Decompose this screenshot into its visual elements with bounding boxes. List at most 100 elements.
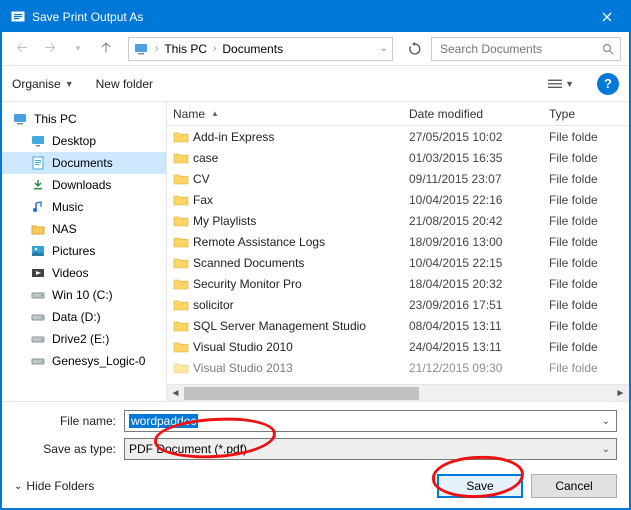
chevron-down-icon[interactable]: ⌄ [600, 444, 612, 455]
tree-item[interactable]: NAS [2, 218, 166, 240]
table-row[interactable]: Security Monitor Pro18/04/2015 20:32File… [167, 273, 629, 294]
cancel-button[interactable]: Cancel [531, 474, 617, 498]
file-type: File folde [549, 235, 629, 249]
drive-icon [30, 353, 46, 369]
tree-item[interactable]: Genesys_Logic-0 [2, 350, 166, 372]
forward-button[interactable]: 🡢 [38, 37, 62, 61]
table-row[interactable]: solicitor23/09/2016 17:51File folde [167, 294, 629, 315]
filename-field[interactable]: wordpaddoc ⌄ [124, 410, 617, 432]
folder-icon [171, 151, 191, 165]
up-button[interactable]: 🡡 [94, 37, 118, 61]
table-row[interactable]: My Playlists21/08/2015 20:42File folde [167, 210, 629, 231]
file-date: 18/09/2016 13:00 [409, 235, 549, 249]
folder-icon [171, 340, 191, 354]
tree-label: Videos [52, 266, 88, 280]
file-date: 27/05/2015 10:02 [409, 130, 549, 144]
column-header[interactable]: Name ▲ Date modified Type [167, 102, 629, 126]
help-button[interactable]: ? [597, 73, 619, 95]
new-folder-button[interactable]: New folder [96, 77, 153, 91]
folder-icon [171, 193, 191, 207]
chevron-down-icon: ▼ [565, 79, 574, 89]
col-type-label[interactable]: Type [549, 107, 575, 121]
scroll-left-button[interactable]: ◄ [167, 385, 184, 402]
tree-item[interactable]: Downloads [2, 174, 166, 196]
saveastype-value: PDF Document (*.pdf) [129, 442, 247, 456]
tree-item[interactable]: Pictures [2, 240, 166, 262]
file-name: Remote Assistance Logs [191, 235, 409, 249]
downloads-icon [30, 177, 46, 193]
table-row[interactable]: Fax10/04/2015 22:16File folde [167, 189, 629, 210]
file-name: Add-in Express [191, 130, 409, 144]
new-folder-label: New folder [96, 77, 153, 91]
table-row[interactable]: Visual Studio 201321/12/2015 09:30File f… [167, 357, 629, 378]
breadcrumb-seg[interactable]: This PC [164, 42, 207, 56]
back-button[interactable]: 🡠 [10, 37, 34, 61]
chevron-down-icon[interactable]: ⌄ [600, 416, 612, 427]
view-menu[interactable]: ▼ [547, 73, 575, 95]
horizontal-scrollbar[interactable]: ◄ ► [167, 384, 629, 401]
breadcrumb[interactable]: › This PC› Documents ⌄ [128, 37, 393, 61]
tree-item[interactable]: Drive2 (E:) [2, 328, 166, 350]
table-row[interactable]: Add-in Express27/05/2015 10:02File folde [167, 126, 629, 147]
folder-icon [171, 277, 191, 291]
tree-root-thispc[interactable]: This PC [2, 108, 166, 130]
table-row[interactable]: case01/03/2015 16:35File folde [167, 147, 629, 168]
file-date: 18/04/2015 20:32 [409, 277, 549, 291]
tree-label: Desktop [52, 134, 96, 148]
saveastype-label: Save as type: [14, 442, 124, 456]
drive-icon [30, 309, 46, 325]
filename-value[interactable]: wordpaddoc [129, 414, 198, 428]
tree-item[interactable]: Documents [2, 152, 166, 174]
file-date: 10/04/2015 22:15 [409, 256, 549, 270]
recent-dropdown[interactable]: ▾ [66, 37, 90, 61]
table-row[interactable]: SQL Server Management Studio08/04/2015 1… [167, 315, 629, 336]
organise-menu[interactable]: Organise ▼ [12, 77, 74, 91]
col-date-label[interactable]: Date modified [409, 107, 483, 121]
saveastype-field[interactable]: PDF Document (*.pdf) ⌄ [124, 438, 617, 460]
file-date: 24/04/2015 13:11 [409, 340, 549, 354]
search-input[interactable] [431, 37, 621, 61]
table-row[interactable]: CV09/11/2015 23:07File folde [167, 168, 629, 189]
folder-icon [171, 298, 191, 312]
search-field[interactable] [438, 41, 602, 57]
file-list[interactable]: Add-in Express27/05/2015 10:02File folde… [167, 126, 629, 384]
tree-item[interactable]: Data (D:) [2, 306, 166, 328]
tree-label: This PC [34, 112, 77, 126]
refresh-button[interactable] [403, 37, 427, 61]
folder-icon [171, 235, 191, 249]
tree-item[interactable]: Win 10 (C:) [2, 284, 166, 306]
tree-item[interactable]: Music [2, 196, 166, 218]
chevron-down-icon[interactable]: ⌄ [380, 43, 388, 54]
file-name: solicitor [191, 298, 409, 312]
file-type: File folde [549, 319, 629, 333]
hide-folders-label: Hide Folders [26, 479, 94, 493]
breadcrumb-seg[interactable]: Documents [222, 42, 283, 56]
documents-icon [30, 155, 46, 171]
organise-label: Organise [12, 77, 61, 91]
save-button[interactable]: Save [437, 474, 523, 498]
table-row[interactable]: Scanned Documents10/04/2015 22:15File fo… [167, 252, 629, 273]
col-name-label[interactable]: Name [173, 107, 205, 121]
tree-label: Downloads [52, 178, 111, 192]
file-type: File folde [549, 340, 629, 354]
scroll-track[interactable] [184, 385, 612, 402]
folder-icon [171, 319, 191, 333]
file-type: File folde [549, 298, 629, 312]
tree-item[interactable]: Desktop [2, 130, 166, 152]
tree-label: Genesys_Logic-0 [52, 354, 145, 368]
close-button[interactable] [584, 2, 629, 32]
file-name: Fax [191, 193, 409, 207]
folder-icon [171, 130, 191, 144]
scroll-right-button[interactable]: ► [612, 385, 629, 402]
file-type: File folde [549, 361, 629, 375]
file-date: 08/04/2015 13:11 [409, 319, 549, 333]
tree-label: NAS [52, 222, 77, 236]
nav-tree[interactable]: This PC Desktop Documents Downloads Music NA… [2, 102, 167, 401]
tree-item[interactable]: Videos [2, 262, 166, 284]
scroll-thumb[interactable] [184, 387, 419, 400]
hide-folders-button[interactable]: ⌄ Hide Folders [14, 479, 94, 493]
tree-label: Win 10 (C:) [52, 288, 113, 302]
file-date: 23/09/2016 17:51 [409, 298, 549, 312]
table-row[interactable]: Remote Assistance Logs18/09/2016 13:00Fi… [167, 231, 629, 252]
table-row[interactable]: Visual Studio 201024/04/2015 13:11File f… [167, 336, 629, 357]
